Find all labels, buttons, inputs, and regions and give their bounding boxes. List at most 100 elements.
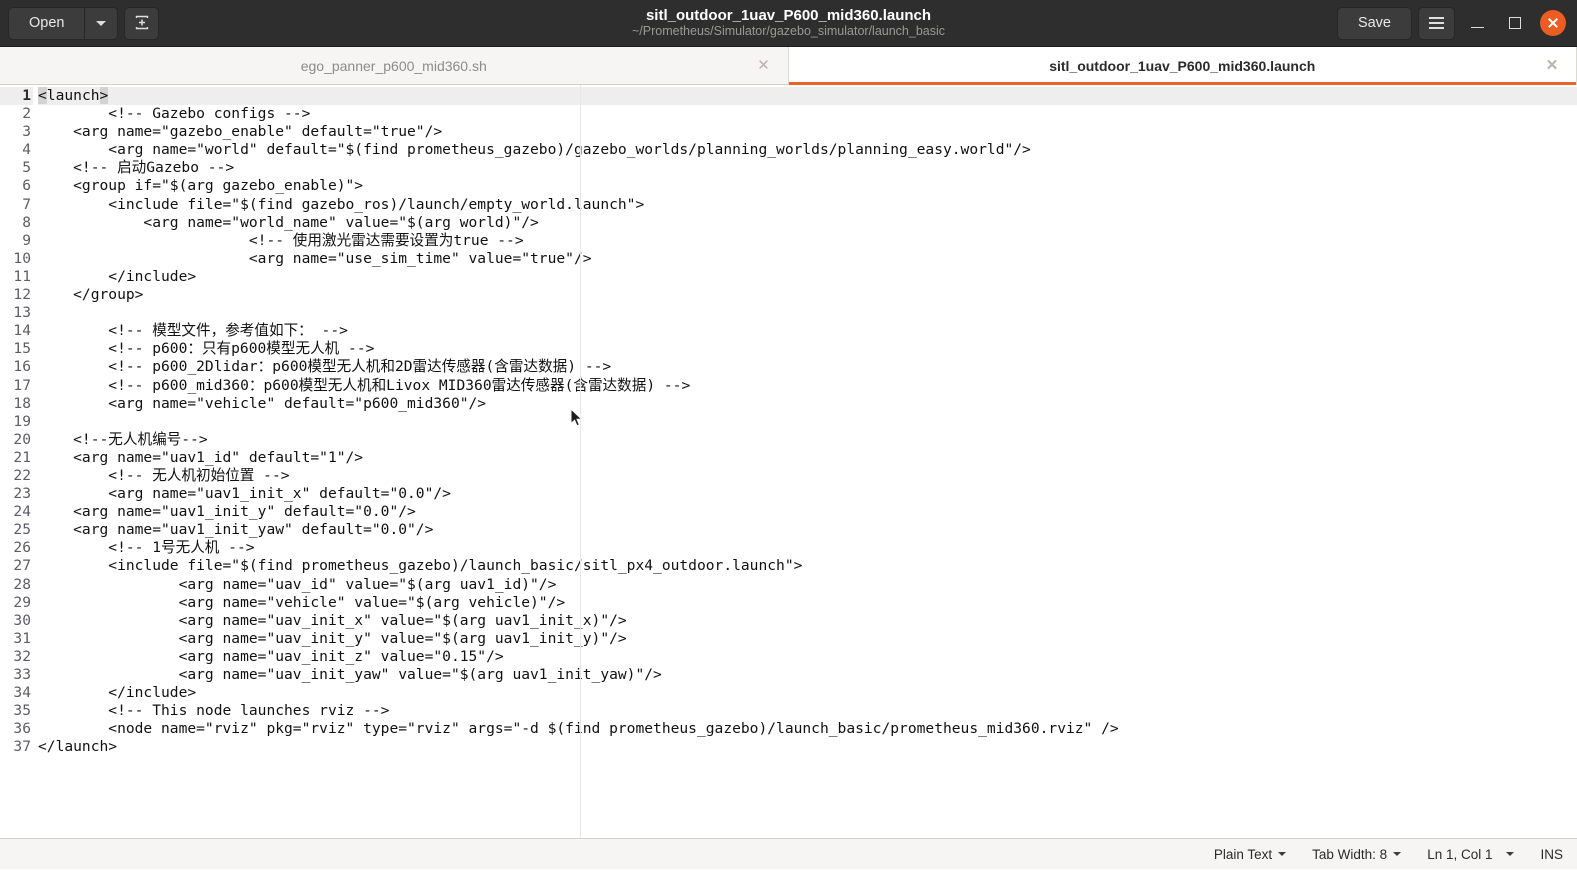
code-line[interactable]: <!-- p600_mid360：p600模型无人机和Livox MID360雷… xyxy=(38,377,1577,395)
code-editor-area[interactable]: 1 2 3 4 5 6 7 8 9 10 11 12 13 14 15 16 17 18 19 20 21 22 23 24 2… xyxy=(0,85,1577,838)
code-line[interactable]: <include file="$(find gazebo_ros)/launch… xyxy=(38,196,1577,214)
tab-close-icon[interactable]: ✕ xyxy=(1544,58,1560,74)
code-line[interactable]: <arg name="uav_init_yaw" value="$(arg ua… xyxy=(38,666,1577,684)
code-line[interactable] xyxy=(38,413,1577,431)
code-line[interactable]: </include> xyxy=(38,268,1577,286)
line-number-gutter: 1 2 3 4 5 6 7 8 9 10 11 12 13 14 15 16 17 18 19 20 21 22 23 24 2… xyxy=(0,87,34,756)
code-line[interactable]: <arg name="uav_init_z" value="0.15"/> xyxy=(38,648,1577,666)
close-window-button[interactable] xyxy=(1537,7,1569,39)
line-number: 10 xyxy=(13,249,31,267)
code-line[interactable]: <group if="$(arg gazebo_enable)"> xyxy=(38,177,1577,195)
code-line[interactable]: <arg name="use_sim_time" value="true"/> xyxy=(38,250,1577,268)
line-number: 21 xyxy=(13,448,31,466)
maximize-button[interactable] xyxy=(1499,7,1531,39)
hamburger-menu-icon xyxy=(1429,17,1444,20)
tab-bar: ego_panner_p600_mid360.sh ✕ sitl_outdoor… xyxy=(0,47,1577,85)
tab-ego-panner-sh[interactable]: ego_panner_p600_mid360.sh ✕ xyxy=(0,47,789,84)
line-number: 11 xyxy=(13,267,31,285)
line-number: 27 xyxy=(13,557,31,575)
save-button[interactable]: Save xyxy=(1336,6,1412,40)
code-line[interactable]: </launch> xyxy=(38,738,1577,756)
open-button[interactable]: Open xyxy=(8,6,85,40)
code-view: 1 2 3 4 5 6 7 8 9 10 11 12 13 14 15 16 17 18 19 20 21 22 23 24 2… xyxy=(0,85,1577,756)
code-text[interactable]: <launch> <!-- Gazebo configs --> <arg na… xyxy=(34,87,1577,756)
code-line[interactable]: </group> xyxy=(38,286,1577,304)
line-number: 19 xyxy=(13,412,31,430)
code-line[interactable]: <arg name="uav1_init_x" default="0.0"/> xyxy=(38,485,1577,503)
code-line[interactable]: <arg name="vehicle" value="$(arg vehicle… xyxy=(38,594,1577,612)
code-line[interactable]: <include file="$(find prometheus_gazebo)… xyxy=(38,557,1577,575)
new-tab-button[interactable] xyxy=(124,6,160,40)
status-bar: Plain Text Tab Width: 8 Ln 1, Col 1 INS xyxy=(0,838,1577,869)
tab-sitl-outdoor-launch[interactable]: sitl_outdoor_1uav_P600_mid360.launch ✕ xyxy=(788,47,1577,85)
line-number: 17 xyxy=(13,376,31,394)
hamburger-menu-icon xyxy=(1429,26,1444,29)
line-number: 1 xyxy=(0,87,33,106)
line-number: 30 xyxy=(13,611,31,629)
maximize-icon xyxy=(1509,17,1521,29)
code-line[interactable]: <!-- p600_2Dlidar：p600模型无人机和2D雷达传感器(含雷达数… xyxy=(38,358,1577,376)
code-line[interactable]: </include> xyxy=(38,684,1577,702)
code-line[interactable]: <!-- 启动Gazebo --> xyxy=(38,159,1577,177)
line-number: 2 xyxy=(22,105,31,123)
line-number: 9 xyxy=(22,231,31,249)
line-number: 29 xyxy=(13,593,31,611)
code-line[interactable]: <!-- 使用激光雷达需要设置为true --> xyxy=(38,232,1577,250)
bracket-match: < xyxy=(38,87,47,104)
line-number: 28 xyxy=(13,575,31,593)
titlebar: Open sitl_outdoor_1uav_P600_mid360.launc… xyxy=(0,0,1577,47)
cursor-position-selector[interactable]: Ln 1, Col 1 xyxy=(1427,847,1492,862)
titlebar-right-controls: Save xyxy=(1336,6,1569,40)
code-line[interactable]: <node name="rviz" pkg="rviz" type="rviz"… xyxy=(38,720,1577,738)
chevron-down-icon xyxy=(1506,852,1515,856)
line-number: 4 xyxy=(22,141,31,159)
minimize-icon xyxy=(1470,26,1484,29)
hamburger-menu-icon xyxy=(1429,22,1444,24)
open-recent-dropdown-button[interactable] xyxy=(84,6,119,40)
code-line[interactable]: <arg name="world" default="$(find promet… xyxy=(38,141,1577,159)
code-line[interactable]: <!-- Gazebo configs --> xyxy=(38,105,1577,123)
main-menu-button[interactable] xyxy=(1418,6,1455,40)
chevron-down-icon xyxy=(1278,852,1287,856)
code-line[interactable]: <arg name="uav_init_y" value="$(arg uav1… xyxy=(38,630,1577,648)
tab-width-label: Tab Width: 8 xyxy=(1312,846,1388,862)
line-number: 35 xyxy=(13,702,31,720)
line-number: 26 xyxy=(13,539,31,557)
goto-line-dropdown[interactable] xyxy=(1506,852,1515,856)
line-number: 33 xyxy=(13,666,31,683)
close-icon xyxy=(1540,10,1566,36)
minimize-button[interactable] xyxy=(1461,7,1493,39)
line-number: 23 xyxy=(13,485,31,503)
page-subtitle-path: ~/Prometheus/Simulator/gazebo_simulator/… xyxy=(631,23,946,38)
open-button-group: Open xyxy=(8,6,119,40)
code-line[interactable]: <!-- 无人机初始位置 --> xyxy=(38,467,1577,485)
language-selector[interactable]: Plain Text xyxy=(1214,847,1287,862)
line-number: 14 xyxy=(13,322,31,340)
code-line[interactable]: <!-- This node launches rviz --> xyxy=(38,702,1577,720)
code-line[interactable]: <!--无人机编号--> xyxy=(38,431,1577,449)
right-margin-guide xyxy=(580,85,581,838)
titlebar-left-controls: Open xyxy=(8,6,160,40)
code-line[interactable]: <!-- 1号无人机 --> xyxy=(38,539,1577,557)
code-line[interactable]: <arg name="uav1_init_y" default="0.0"/> xyxy=(38,503,1577,521)
code-line[interactable]: <!-- p600：只有p600模型无人机 --> xyxy=(38,340,1577,358)
code-line[interactable]: <!-- 模型文件，参考值如下： --> xyxy=(38,322,1577,340)
line-number: 15 xyxy=(13,340,31,358)
code-line[interactable]: <arg name="uav_id" value="$(arg uav1_id)… xyxy=(38,576,1577,594)
code-line[interactable]: <launch> xyxy=(38,87,1577,106)
line-number: 31 xyxy=(13,629,31,647)
bracket-match: > xyxy=(99,87,109,104)
line-number: 24 xyxy=(13,503,31,521)
code-line[interactable]: <arg name="vehicle" default="p600_mid360… xyxy=(38,395,1577,413)
code-line[interactable] xyxy=(38,304,1577,322)
line-number: 34 xyxy=(13,684,31,702)
line-number: 37 xyxy=(13,738,31,756)
code-line[interactable]: <arg name="gazebo_enable" default="true"… xyxy=(38,123,1577,141)
code-line[interactable]: <arg name="world_name" value="$(arg worl… xyxy=(38,214,1577,232)
code-line[interactable]: <arg name="uav1_id" default="1"/> xyxy=(38,449,1577,467)
tab-width-selector[interactable]: Tab Width: 8 xyxy=(1312,846,1402,862)
code-line[interactable]: <arg name="uav_init_x" value="$(arg uav1… xyxy=(38,612,1577,630)
tab-close-icon[interactable]: ✕ xyxy=(756,58,772,74)
code-line[interactable]: <arg name="uav1_init_yaw" default="0.0"/… xyxy=(38,521,1577,539)
line-number: 25 xyxy=(13,521,31,539)
